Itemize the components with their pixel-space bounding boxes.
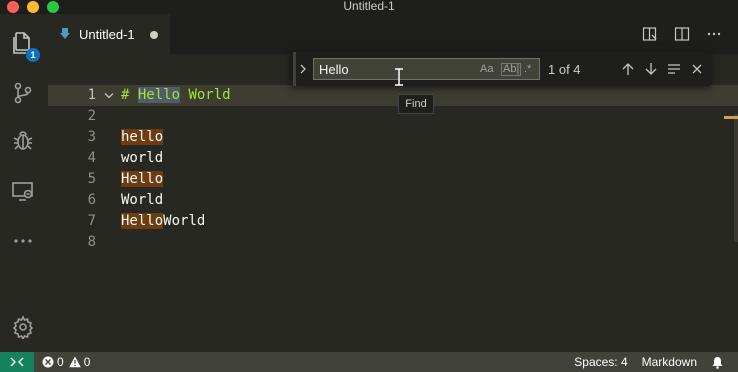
code-line-5: Hello xyxy=(121,169,164,190)
find-input-value: Hello xyxy=(319,62,349,77)
vertical-scrollbar[interactable] xyxy=(734,114,738,242)
line-number: 3 xyxy=(87,129,96,145)
more-button[interactable] xyxy=(0,218,46,264)
close-find-button[interactable] xyxy=(687,59,707,79)
bug-icon xyxy=(13,131,33,150)
source-control-icon xyxy=(14,82,32,104)
current-match: Hello xyxy=(137,87,181,103)
remote-indicator-button[interactable] xyxy=(0,352,34,372)
find-in-selection-icon xyxy=(668,64,680,74)
find-widget: Hello Aa Ab| .* 1 of 4 xyxy=(291,52,710,86)
code-text: World xyxy=(163,213,206,229)
code-line-7: HelloWorld xyxy=(121,211,205,232)
window-title: Untitled-1 xyxy=(343,0,395,13)
bell-icon[interactable] xyxy=(711,356,724,369)
arrow-up-icon xyxy=(622,63,634,75)
problems-button[interactable]: 0 0 xyxy=(42,355,90,369)
code-line-6: World xyxy=(121,190,163,211)
heading-text: World xyxy=(180,87,231,103)
line-number: 6 xyxy=(87,192,96,208)
line-number: 8 xyxy=(87,234,96,250)
gear-icon xyxy=(12,315,34,339)
error-count: 0 xyxy=(57,355,64,369)
next-match-button[interactable] xyxy=(641,59,661,79)
open-preview-icon xyxy=(642,27,657,41)
tab-bar: Untitled-1 xyxy=(46,14,738,54)
remote-explorer-icon xyxy=(12,182,33,201)
chevron-right-icon xyxy=(300,64,306,74)
remote-icon xyxy=(10,357,24,367)
warning-icon xyxy=(68,356,81,368)
code-line-4: world xyxy=(121,148,163,169)
remote-explorer-button[interactable] xyxy=(0,168,46,214)
find-tooltip: Find xyxy=(398,94,434,114)
text-cursor-icon xyxy=(395,68,403,86)
debug-button[interactable] xyxy=(0,118,46,164)
status-bar: 0 0 Spaces: 4 Markdown xyxy=(0,352,738,372)
editor-actions xyxy=(634,14,730,54)
source-control-button[interactable] xyxy=(0,70,46,116)
find-in-selection-button[interactable] xyxy=(664,59,684,79)
ellipsis-icon xyxy=(707,32,721,36)
line-number: 5 xyxy=(87,171,96,187)
line-number: 7 xyxy=(87,213,96,229)
language-mode-button[interactable]: Markdown xyxy=(642,355,697,369)
whole-word-toggle[interactable]: Ab| xyxy=(501,63,522,76)
warning-count: 0 xyxy=(83,355,91,369)
split-editor-icon xyxy=(674,27,690,41)
line-number: 1 xyxy=(87,87,96,103)
previous-match-button[interactable] xyxy=(618,59,638,79)
line-number: 2 xyxy=(87,108,96,124)
explorer-badge: 1 xyxy=(26,48,40,62)
settings-button[interactable] xyxy=(0,304,46,350)
match-highlight: hello xyxy=(121,129,164,145)
fold-chevron-icon[interactable] xyxy=(104,92,114,100)
more-actions-button[interactable] xyxy=(698,14,730,54)
toggle-replace-button[interactable] xyxy=(293,52,309,86)
line-number: 4 xyxy=(87,150,96,166)
explorer-button[interactable]: 1 xyxy=(0,20,46,66)
match-highlight: Hello xyxy=(121,213,164,229)
split-editor-button[interactable] xyxy=(666,14,698,54)
close-icon xyxy=(692,64,702,74)
error-icon xyxy=(42,356,54,368)
unsaved-dot-icon[interactable] xyxy=(150,31,158,39)
code-text: World xyxy=(121,192,164,208)
heading-marker: # xyxy=(121,87,138,103)
status-right: Spaces: 4 Markdown xyxy=(574,352,738,372)
match-count: 1 of 4 xyxy=(548,62,581,77)
overview-ruler-match xyxy=(724,116,738,119)
tab-label: Untitled-1 xyxy=(79,26,135,42)
open-preview-button[interactable] xyxy=(634,14,666,54)
ellipsis-icon xyxy=(14,239,32,243)
code-text: world xyxy=(121,150,164,166)
tab-untitled-1[interactable]: Untitled-1 xyxy=(46,14,170,54)
regex-toggle[interactable]: .* xyxy=(524,63,531,75)
title-bar: Untitled-1 xyxy=(0,0,738,14)
code-line-3: hello xyxy=(121,127,164,148)
find-input[interactable]: Hello Aa Ab| .* xyxy=(313,58,540,80)
code-line-1: # Hello World xyxy=(121,85,231,106)
editor-area[interactable]: 1 2 3 4 5 6 7 8 # Hello World hello worl… xyxy=(46,54,738,352)
match-highlight: Hello xyxy=(121,171,164,187)
match-case-toggle[interactable]: Aa xyxy=(480,63,493,75)
activity-bar: 1 xyxy=(0,14,46,352)
markdown-file-icon xyxy=(60,28,70,39)
indentation-button[interactable]: Spaces: 4 xyxy=(574,355,627,369)
arrow-down-icon xyxy=(645,63,657,75)
